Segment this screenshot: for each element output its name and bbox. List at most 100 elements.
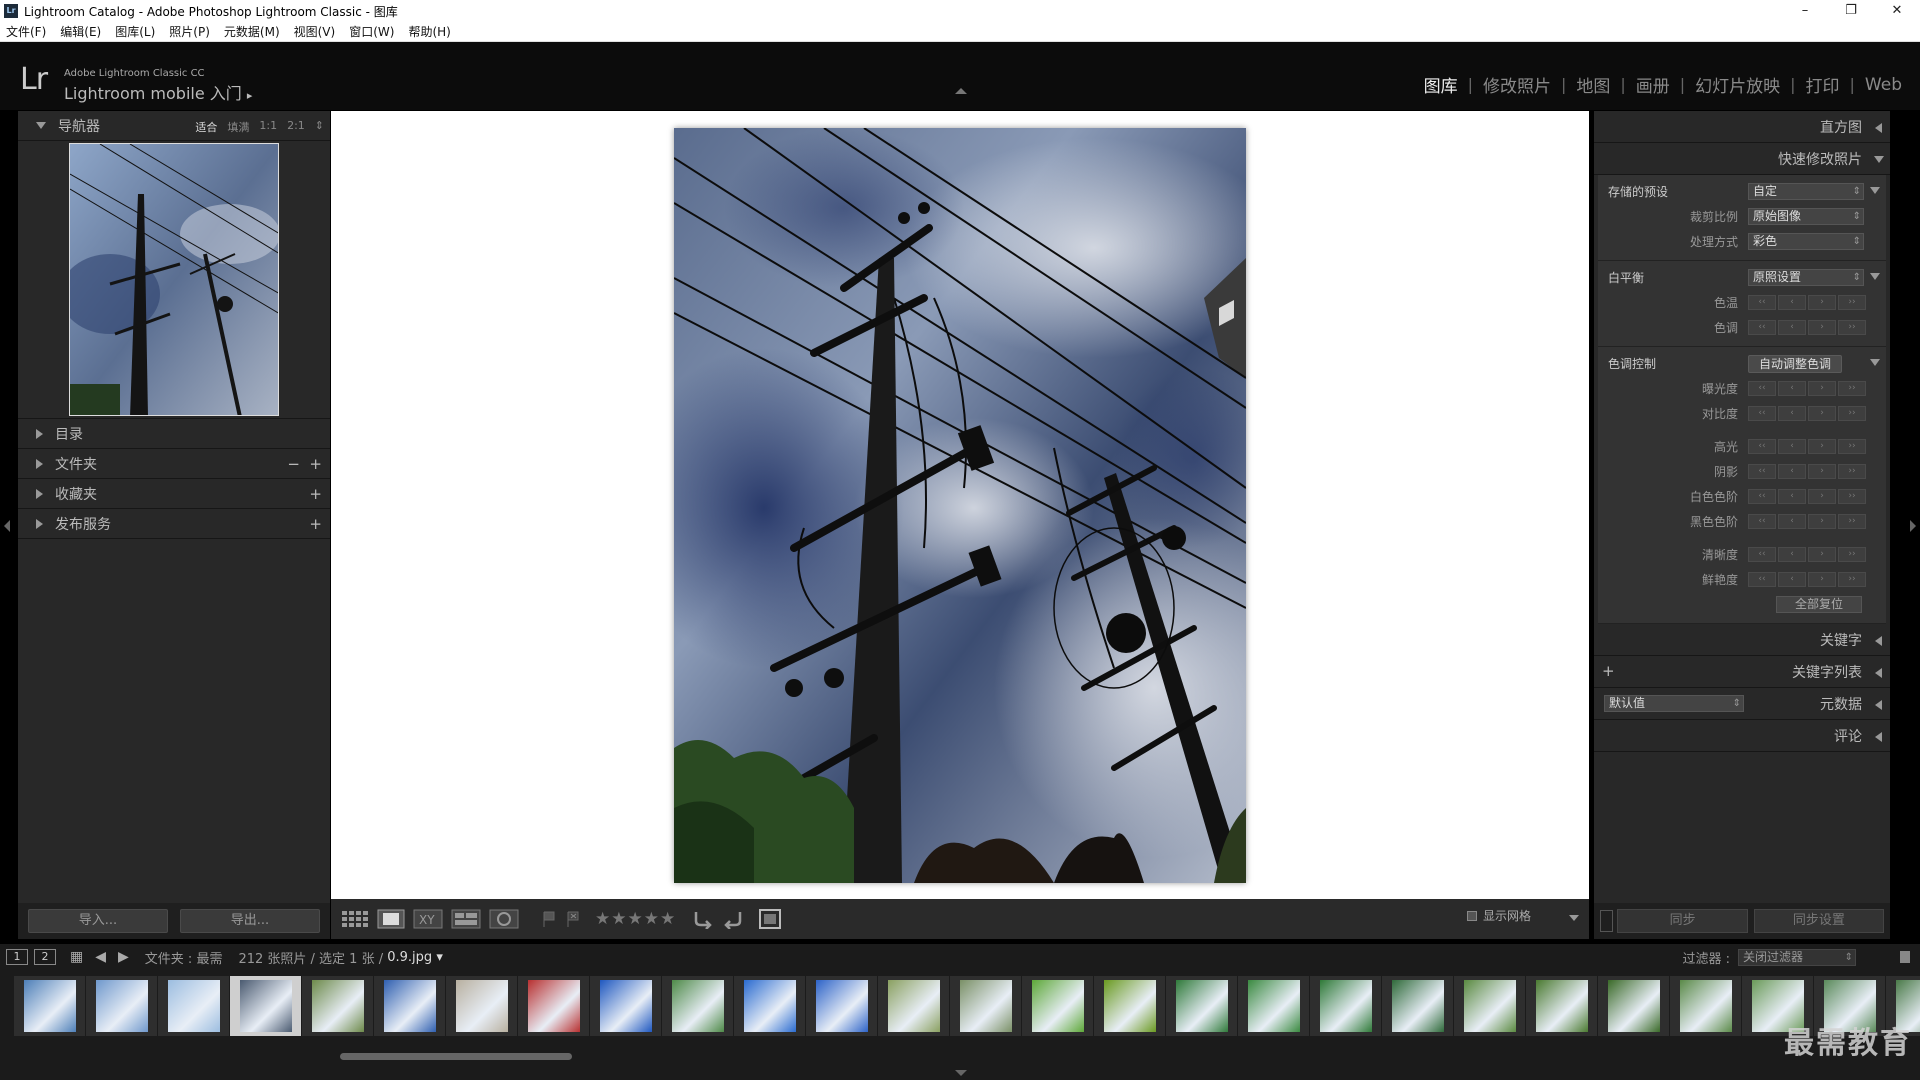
collections-header[interactable]: 收藏夹 + [18,479,330,509]
show-grid-option[interactable]: 显示网格 [1466,907,1531,924]
filmstrip-cell[interactable] [1238,976,1310,1036]
restore-button[interactable]: ❐ [1828,0,1874,22]
filmstrip-cell[interactable] [1670,976,1742,1036]
remove-folder-button[interactable]: − [287,455,300,473]
crop-overlay-icon[interactable] [758,908,782,930]
step-down-button[interactable]: ‹ [1778,381,1806,396]
menu-window[interactable]: 窗口(W) [349,23,394,40]
zoom-1-1[interactable]: 1:1 [259,119,277,135]
compare-view-icon[interactable]: XY [413,908,443,930]
histogram-header[interactable]: 直方图 [1594,111,1890,143]
step-up-button[interactable]: › [1808,464,1836,479]
import-button[interactable]: 导入... [28,909,168,933]
minimize-button[interactable]: – [1782,0,1828,22]
step-down-button[interactable]: ‹ [1778,464,1806,479]
auto-sync-switch[interactable] [1600,910,1614,932]
filmstrip-cell[interactable] [662,976,734,1036]
forward-arrow-icon[interactable]: ▶ [118,949,129,965]
step-down-button[interactable]: ‹ [1778,406,1806,421]
sync-settings-button[interactable]: 同步设置 [1753,909,1884,933]
rotate-left-icon[interactable] [692,908,714,930]
metadata-header[interactable]: 默认值 元数据 [1594,688,1890,720]
filmstrip-cell[interactable] [1454,976,1526,1036]
zoom-more[interactable]: ⇕ [315,119,324,135]
bottom-panel-toggle-icon[interactable] [955,1070,967,1076]
menu-library[interactable]: 图库(L) [115,23,155,40]
step-large-up-button[interactable]: ›› [1838,464,1866,479]
back-arrow-icon[interactable]: ◀ [95,949,106,965]
add-folder-button[interactable]: + [309,455,322,473]
navigator-preview[interactable] [69,143,279,416]
keyword-list-header[interactable]: + 关键字列表 [1594,656,1890,688]
lightroom-mobile-link[interactable]: Lightroom mobile 入门 ▸ [64,80,252,104]
step-up-button[interactable]: › [1808,514,1836,529]
filmstrip-cell[interactable] [302,976,374,1036]
filmstrip-cell[interactable] [950,976,1022,1036]
step-down-button[interactable]: ‹ [1778,514,1806,529]
filmstrip-cell[interactable] [86,976,158,1036]
filmstrip-cell[interactable] [1310,976,1382,1036]
star-rating[interactable]: ★★★★★ [595,909,676,929]
step-down-button[interactable]: ‹ [1778,320,1806,335]
menu-edit[interactable]: 编辑(E) [60,23,101,40]
left-panel-toggle-icon[interactable] [4,520,10,532]
filmstrip-cell[interactable] [878,976,950,1036]
module-web[interactable]: Web [1855,75,1912,95]
people-view-icon[interactable] [489,908,519,930]
step-down-button[interactable]: ‹ [1778,489,1806,504]
step-large-down-button[interactable]: ‹‹ [1748,295,1776,310]
step-large-up-button[interactable]: ›› [1838,295,1866,310]
keywording-header[interactable]: 关键字 [1594,624,1890,656]
auto-tone-button[interactable]: 自动调整色调 [1748,354,1842,373]
crop-ratio-select[interactable]: 原始图像 [1748,208,1864,225]
step-down-button[interactable]: ‹ [1778,547,1806,562]
step-down-button[interactable]: ‹ [1778,295,1806,310]
publish-services-header[interactable]: 发布服务 + [18,509,330,539]
step-down-button[interactable]: ‹ [1778,439,1806,454]
filmstrip-cell[interactable] [14,976,86,1036]
filmstrip-cell[interactable] [1526,976,1598,1036]
reset-all-button[interactable]: 全部复位 [1776,596,1862,613]
survey-view-icon[interactable] [451,908,481,930]
step-up-button[interactable]: › [1808,406,1836,421]
top-panel-toggle-icon[interactable] [955,88,967,94]
filmstrip-cell[interactable] [734,976,806,1036]
zoom-2-1[interactable]: 2:1 [287,119,305,135]
add-keyword-button[interactable]: + [1602,662,1615,680]
step-large-down-button[interactable]: ‹‹ [1748,464,1776,479]
quick-develop-header[interactable]: 快速修改照片 [1594,143,1890,175]
step-large-up-button[interactable]: ›› [1838,406,1866,421]
menu-help[interactable]: 帮助(H) [408,23,450,40]
zoom-fill[interactable]: 填满 [227,119,249,135]
grid-view-icon[interactable]: ▦ [70,949,83,965]
saved-preset-select[interactable]: 自定 [1748,183,1864,200]
step-large-down-button[interactable]: ‹‹ [1748,381,1776,396]
filmstrip-cell[interactable] [1382,976,1454,1036]
module-map[interactable]: 地图 [1566,72,1620,97]
sync-button[interactable]: 同步 [1617,909,1748,933]
step-large-down-button[interactable]: ‹‹ [1748,489,1776,504]
step-up-button[interactable]: › [1808,572,1836,587]
step-large-down-button[interactable]: ‹‹ [1748,439,1776,454]
step-large-up-button[interactable]: ›› [1838,547,1866,562]
step-large-up-button[interactable]: ›› [1838,514,1866,529]
secondary-window-button[interactable]: 2 [34,949,56,965]
module-print[interactable]: 打印 [1796,72,1850,97]
close-button[interactable]: ✕ [1874,0,1920,22]
treatment-select[interactable]: 彩色 [1748,233,1864,250]
step-large-up-button[interactable]: ›› [1838,439,1866,454]
white-balance-select[interactable]: 原照设置 [1748,269,1864,286]
filmstrip-cell[interactable] [806,976,878,1036]
catalog-header[interactable]: 目录 [18,419,330,449]
flag-reject-icon[interactable] [565,908,581,930]
filmstrip-source[interactable]: 文件夹 : 最需 [145,948,223,967]
filter-lock-icon[interactable] [1900,951,1910,963]
filter-select[interactable]: 关闭过滤器 [1738,948,1856,966]
step-up-button[interactable]: › [1808,489,1836,504]
filmstrip-cell[interactable] [230,976,302,1036]
step-up-button[interactable]: › [1808,320,1836,335]
flag-pick-icon[interactable] [541,908,557,930]
folders-header[interactable]: 文件夹 − + [18,449,330,479]
menu-photo[interactable]: 照片(P) [169,23,210,40]
navigator-header[interactable]: 导航器 适合 填满 1:1 2:1 ⇕ [18,111,330,141]
